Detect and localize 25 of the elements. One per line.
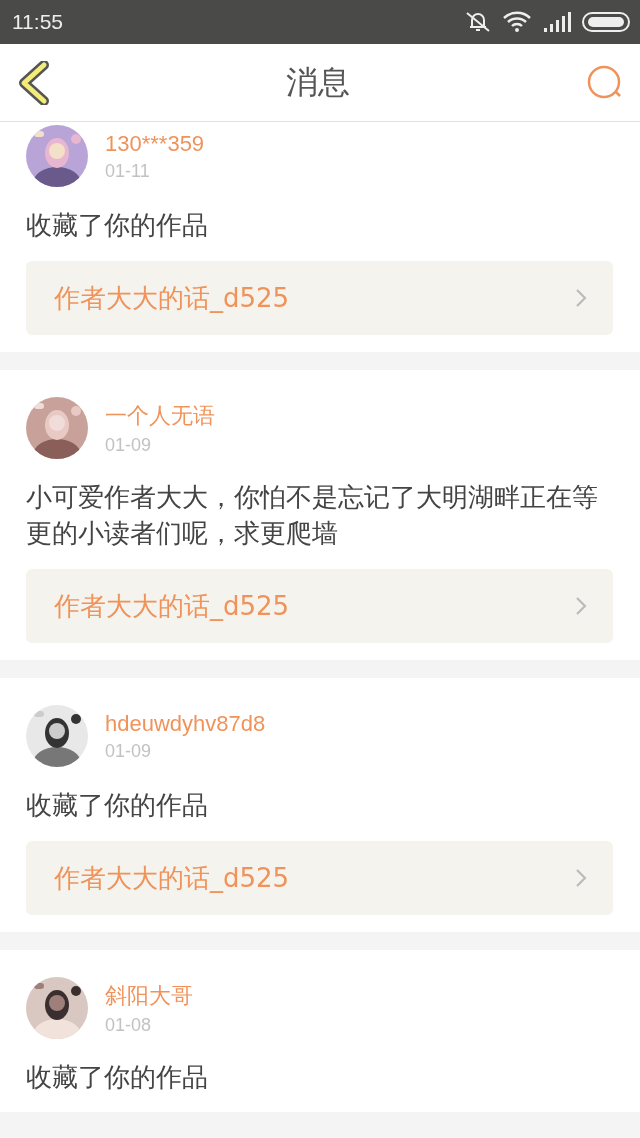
message-date: 01-11 (105, 160, 151, 182)
work-link[interactable]: 作者大大的话_d525 (26, 569, 613, 643)
user-name[interactable]: 斜阳大哥 (105, 980, 193, 1011)
message-text: 收藏了你的作品 (26, 209, 209, 242)
chevron-right-icon (575, 596, 587, 616)
message-text: 收藏了你的作品 (26, 1061, 209, 1094)
message-text: 小可爱作者大大，你怕不是忘记了大明湖畔正在等更的小读者们呢，求更爬墙 (26, 481, 599, 550)
user-name[interactable]: 130***359 (105, 130, 205, 157)
clock-time: 11:55 (12, 10, 63, 34)
muted-bell-icon (464, 10, 492, 34)
message-text: 收藏了你的作品 (26, 789, 209, 822)
chevron-right-icon (575, 868, 587, 888)
chevron-right-icon (575, 288, 587, 308)
signal-icon (542, 11, 572, 33)
user-name[interactable]: hdeuwdyhv87d8 (105, 710, 266, 737)
message-date: 01-09 (105, 740, 153, 762)
wifi-icon (502, 11, 532, 33)
message-date: 01-08 (105, 1014, 153, 1036)
user-name[interactable]: 一个人无语 (105, 400, 215, 431)
back-icon[interactable] (18, 60, 50, 105)
page-title: 消息 (286, 61, 350, 103)
battery-icon (582, 11, 630, 33)
message-date: 01-09 (105, 434, 153, 456)
work-link[interactable]: 作者大大的话_d525 (26, 841, 613, 915)
work-link[interactable]: 作者大大的话_d525 (26, 261, 613, 335)
